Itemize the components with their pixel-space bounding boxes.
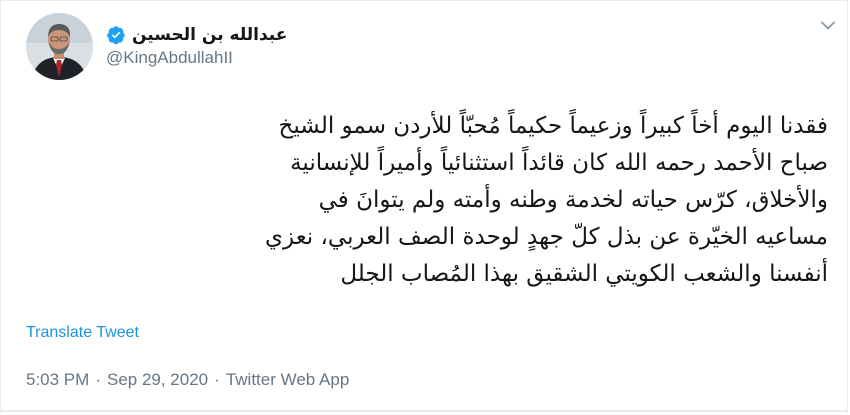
author-names: عبدالله بن الحسين @KingAbdullahII — [106, 25, 287, 68]
author-display-name[interactable]: عبدالله بن الحسين — [132, 25, 287, 45]
tweet-meta: 5:03 PM · Sep 29, 2020 · Twitter Web App — [26, 370, 349, 390]
verified-badge-icon — [106, 25, 126, 45]
avatar-image — [26, 12, 93, 80]
chevron-down-icon[interactable] — [821, 21, 835, 30]
tweet-source[interactable]: Twitter Web App — [226, 370, 349, 390]
tweet-time[interactable]: 5:03 PM — [26, 370, 89, 390]
name-row[interactable]: عبدالله بن الحسين — [106, 25, 287, 45]
translate-tweet-link[interactable]: Translate Tweet — [26, 324, 139, 342]
meta-separator: · — [214, 370, 220, 389]
meta-separator: · — [95, 370, 101, 389]
avatar[interactable] — [26, 12, 93, 80]
author-handle[interactable]: @KingAbdullahII — [106, 48, 287, 68]
tweet-date[interactable]: Sep 29, 2020 — [107, 370, 208, 390]
tweet-card: عبدالله بن الحسين @KingAbdullahII فقدنا … — [0, 0, 848, 412]
tweet-text: فقدنا اليوم أخاً كبيراً وزعيماً حكيماً م… — [265, 113, 828, 287]
tweet-header: عبدالله بن الحسين @KingAbdullahII — [26, 11, 287, 81]
